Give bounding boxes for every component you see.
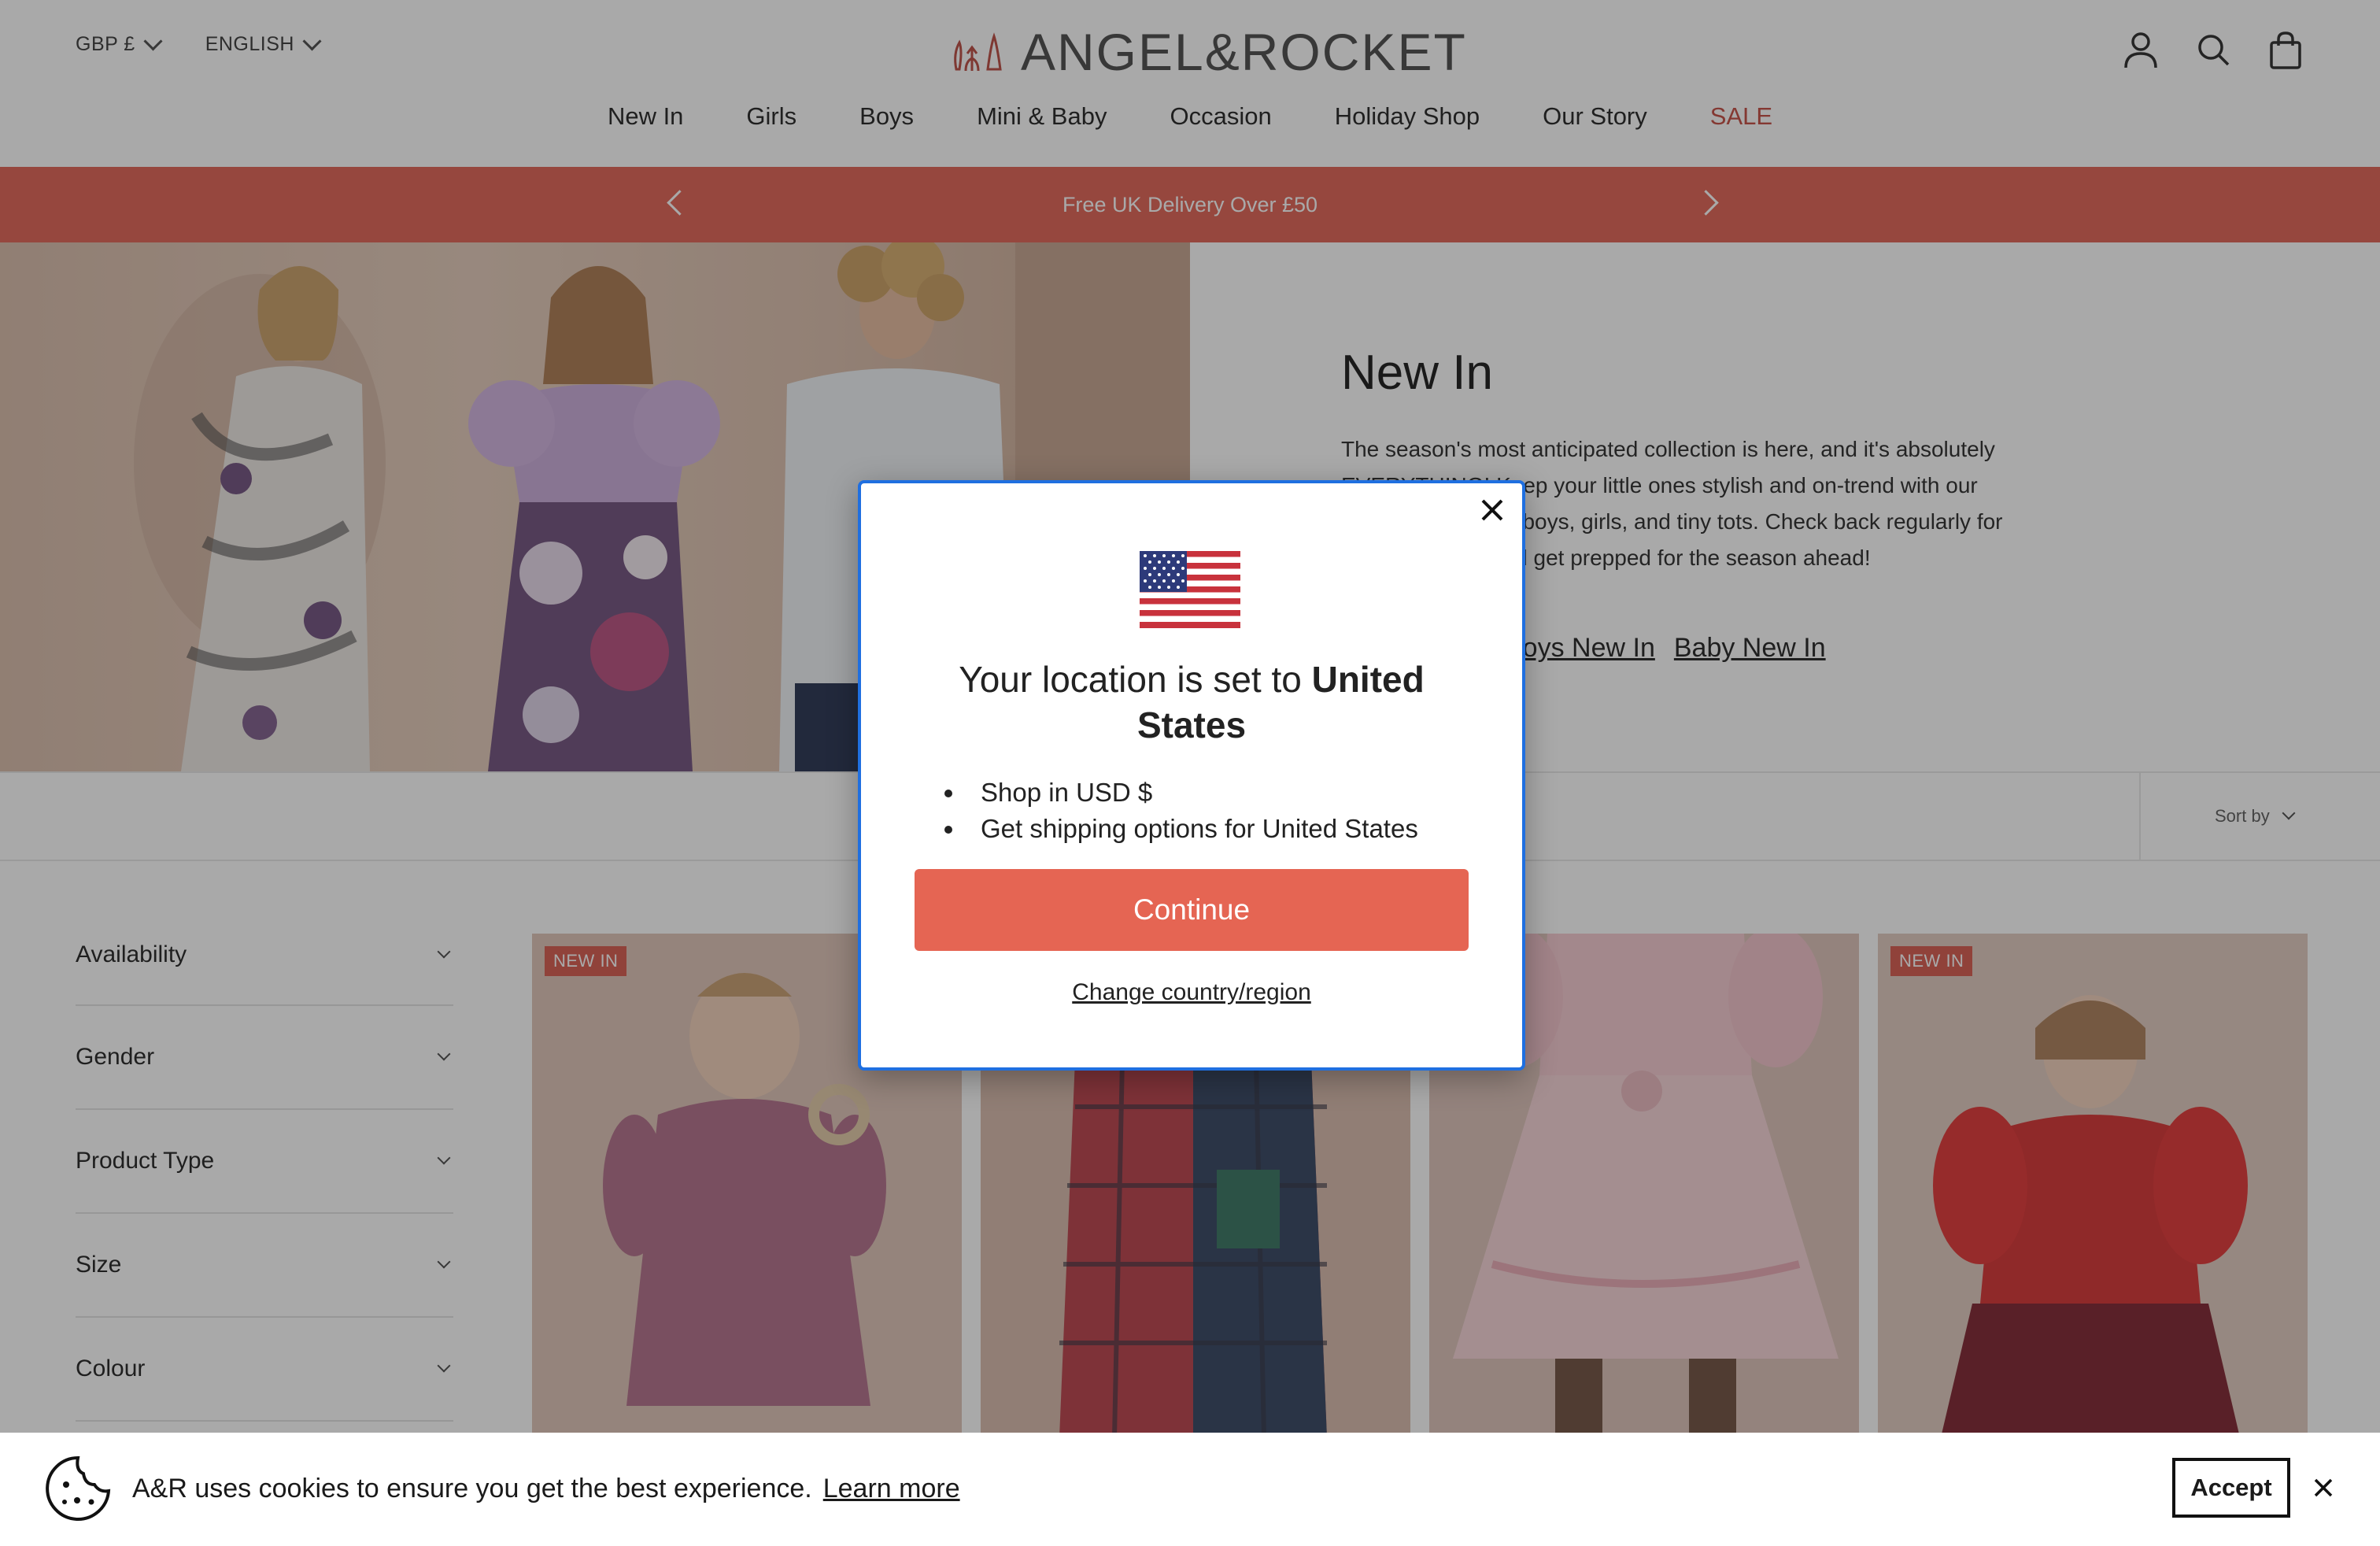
cookie-banner: A&R uses cookies to ensure you get the b… — [0, 1433, 2380, 1546]
cookie-icon — [46, 1455, 111, 1521]
close-icon[interactable] — [1476, 494, 1508, 526]
list-item: Shop in USD $ — [944, 775, 1418, 811]
change-country-link[interactable]: Change country/region — [861, 979, 1522, 1006]
list-item: Get shipping options for United States — [944, 811, 1418, 847]
cookie-message: A&R uses cookies to ensure you get the b… — [132, 1474, 960, 1504]
modal-title: Your location is set to United States — [908, 656, 1475, 748]
modal-title-prefix: Your location is set to — [959, 659, 1312, 700]
page: GBP £ ENGLISH ANGEL&ROCKET New In Girls … — [0, 0, 2380, 1546]
accept-cookies-button[interactable]: Accept — [2172, 1458, 2290, 1518]
continue-button[interactable]: Continue — [915, 869, 1469, 951]
location-modal: Your location is set to United States Sh… — [858, 480, 1525, 1071]
modal-benefits-list: Shop in USD $ Get shipping options for U… — [944, 775, 1418, 847]
close-icon[interactable] — [2311, 1475, 2336, 1500]
us-flag-icon — [1140, 551, 1240, 628]
learn-more-link[interactable]: Learn more — [823, 1474, 960, 1503]
cookie-text: A&R uses cookies to ensure you get the b… — [132, 1474, 812, 1503]
